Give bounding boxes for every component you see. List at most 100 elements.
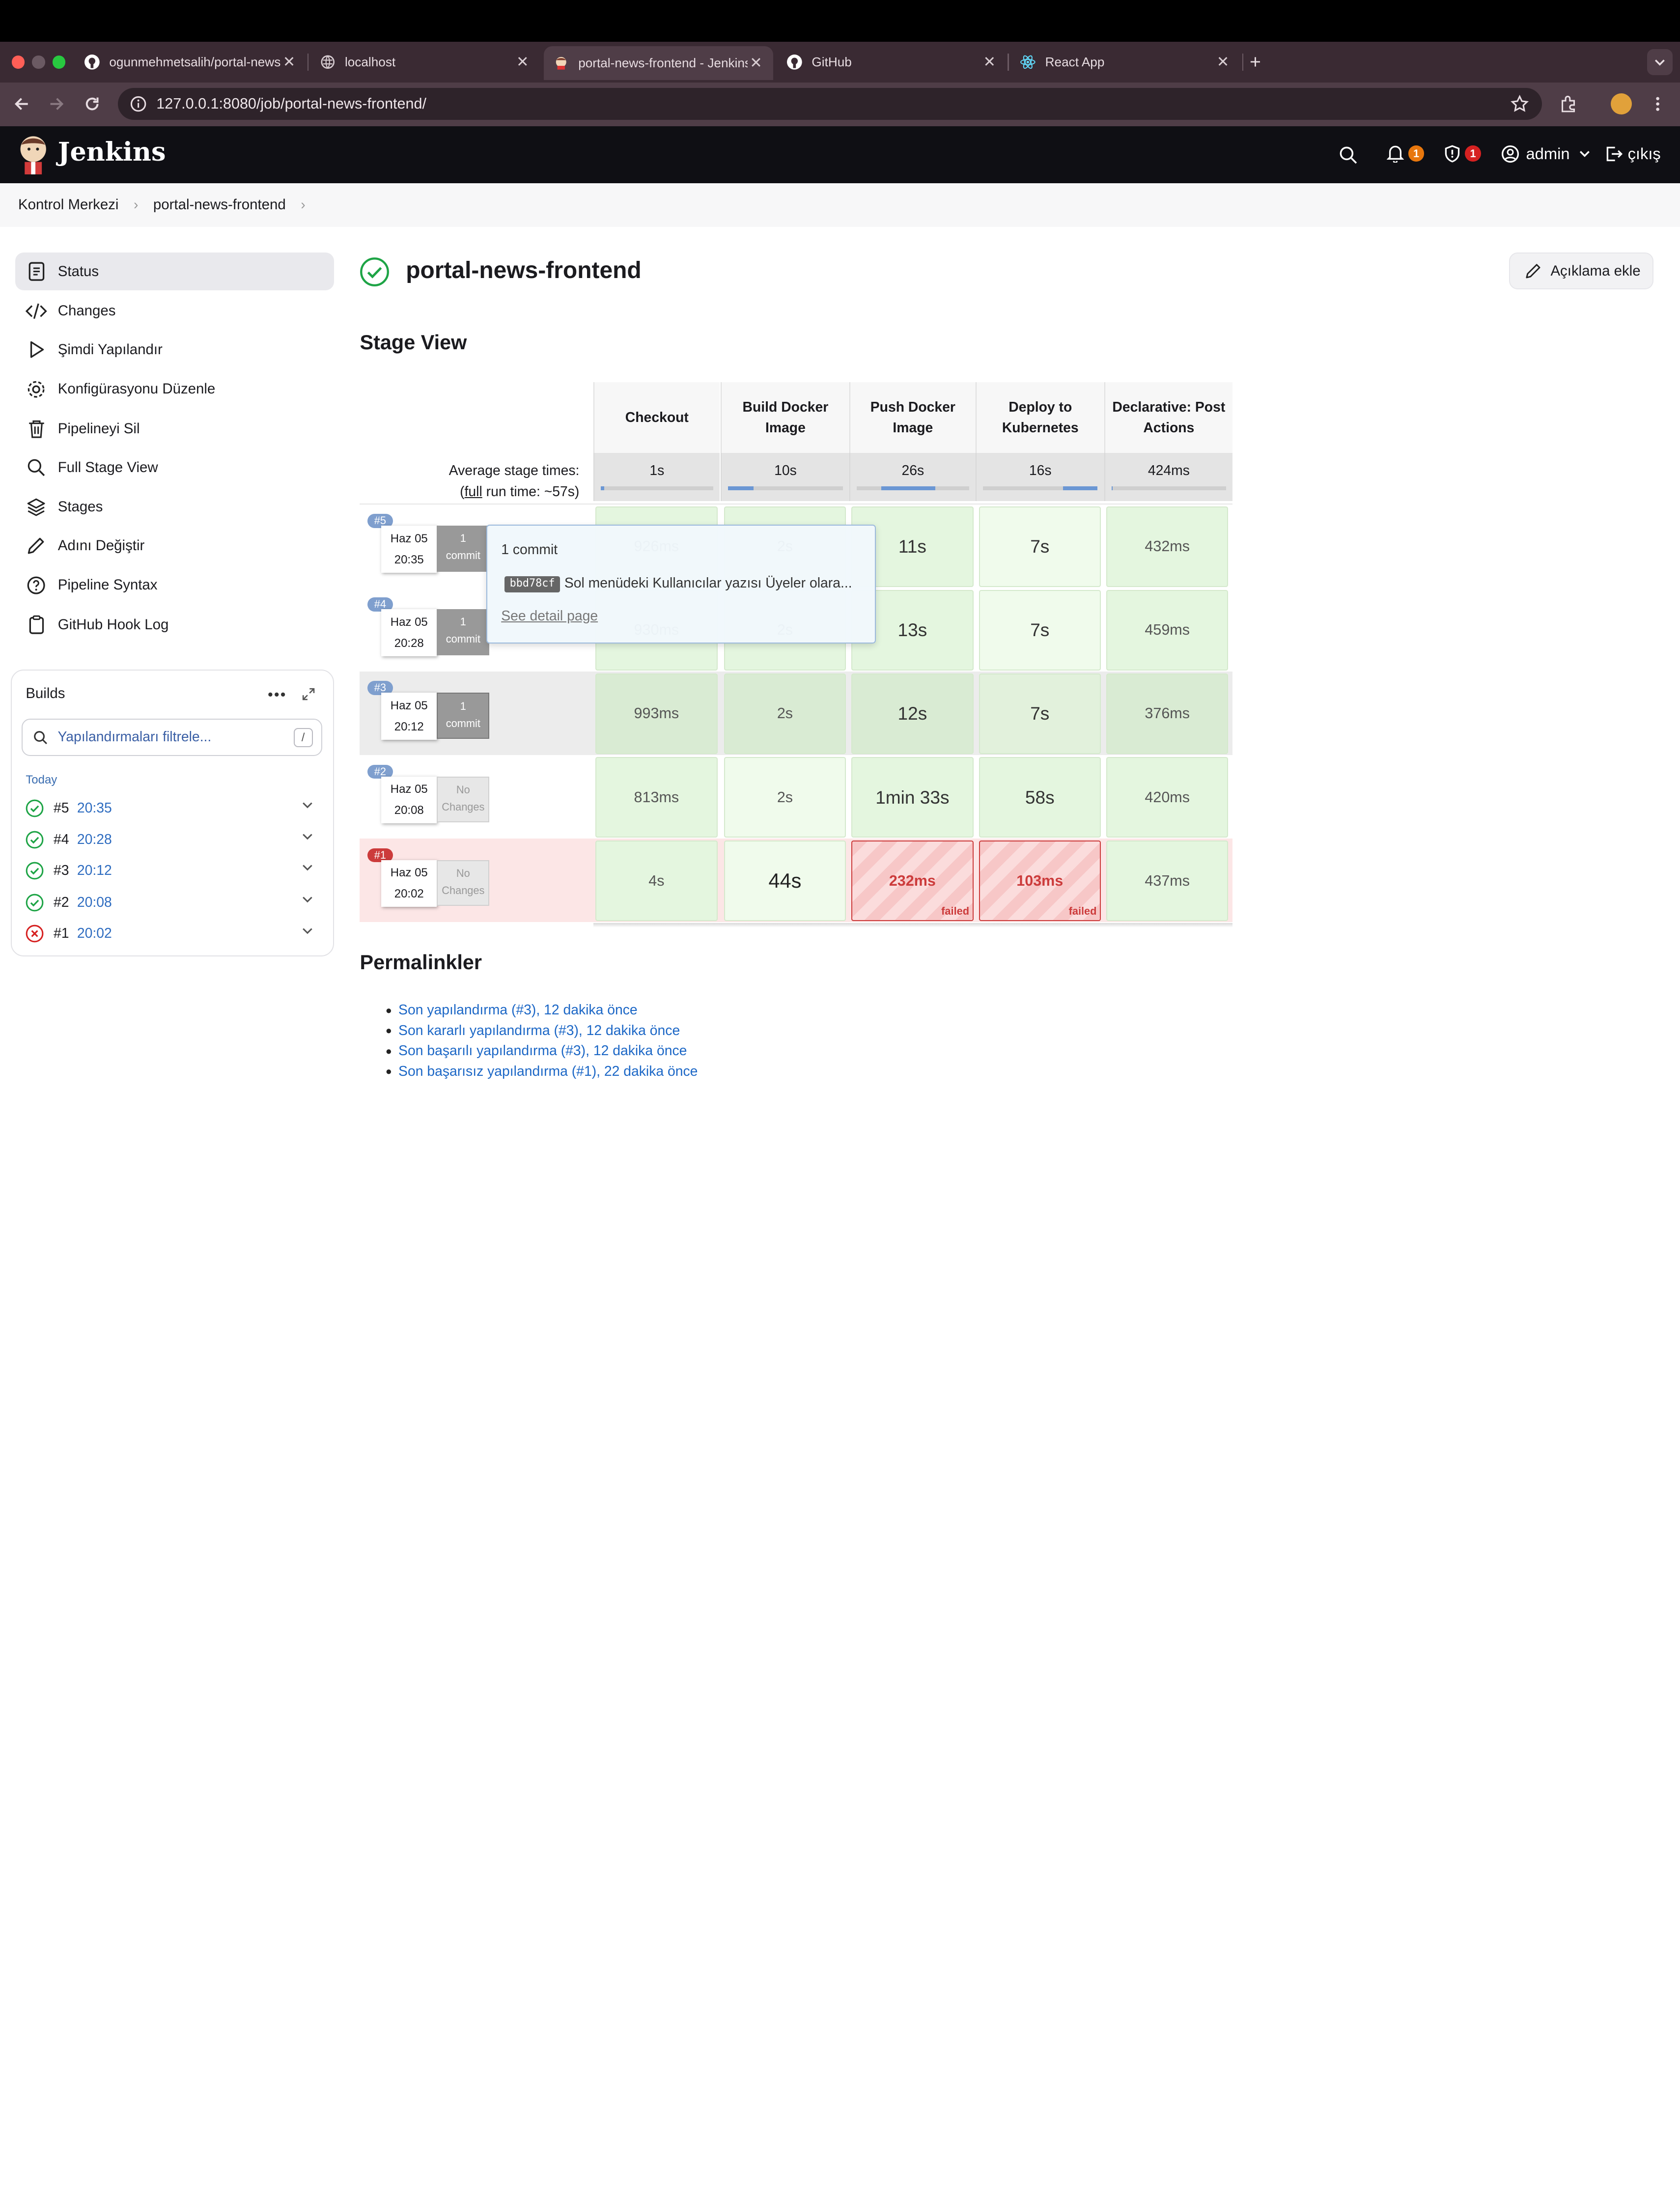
failed-label: failed bbox=[941, 905, 970, 918]
new-tab-button[interactable]: + bbox=[1250, 48, 1269, 76]
stage-cell[interactable]: 12s bbox=[851, 673, 974, 754]
stage-cell[interactable]: 4s bbox=[595, 840, 718, 921]
expand-icon[interactable] bbox=[302, 688, 315, 700]
permalink-item[interactable]: ● Son yapılandırma (#3), 12 dakika önce bbox=[386, 1002, 638, 1018]
stage-cell[interactable]: 7s bbox=[979, 506, 1101, 587]
tab-close-icon[interactable]: ✕ bbox=[514, 54, 531, 71]
window-close-button[interactable] bbox=[11, 56, 25, 69]
browser-menu-icon[interactable] bbox=[1648, 94, 1667, 113]
stage-cell[interactable]: 2s bbox=[724, 757, 846, 838]
build-time[interactable]: 20:12 bbox=[77, 863, 112, 879]
sidebar-item-changes[interactable]: Changes bbox=[15, 292, 335, 330]
run-date-card[interactable]: Haz 05 20:28 bbox=[381, 609, 437, 657]
run-date-card[interactable]: Haz 05 20:08 bbox=[381, 776, 437, 824]
window-minimize-button[interactable] bbox=[32, 56, 45, 69]
sidebar-item-status[interactable]: Status bbox=[15, 252, 335, 290]
stage-cell[interactable]: 376ms bbox=[1106, 673, 1229, 754]
tab-close-icon[interactable]: ✕ bbox=[1214, 54, 1232, 71]
stage-cell-failed[interactable]: 232ms failed bbox=[851, 840, 974, 921]
build-list-item[interactable]: #2 20:08 bbox=[26, 891, 317, 915]
stage-cell[interactable]: 813ms bbox=[595, 757, 718, 838]
run-changes-box[interactable]: 1 commit bbox=[437, 609, 490, 656]
run-date-card[interactable]: Haz 05 20:02 bbox=[381, 860, 437, 907]
sidebar-item-github-hook-log[interactable]: GitHub Hook Log bbox=[15, 606, 335, 644]
stage-cell-failed[interactable]: 103ms failed bbox=[979, 840, 1101, 921]
run-changes-box[interactable]: 1 commit bbox=[437, 693, 490, 739]
sidebar-item-configure[interactable]: Konfigürasyonu Düzenle bbox=[15, 370, 335, 408]
chevron-down-icon[interactable] bbox=[302, 925, 313, 936]
browser-tab[interactable]: React App ✕ bbox=[1019, 48, 1232, 76]
logout-button[interactable]: çıkış bbox=[1605, 144, 1661, 163]
address-bar[interactable]: 127.0.0.1:8080/job/portal-news-frontend/ bbox=[117, 87, 1542, 120]
tab-close-icon[interactable]: ✕ bbox=[280, 54, 298, 71]
see-detail-link[interactable]: See detail page bbox=[501, 608, 598, 624]
run-date-card[interactable]: Haz 05 20:12 bbox=[381, 693, 437, 740]
stage-cell[interactable]: 437ms bbox=[1106, 840, 1229, 921]
browser-tab[interactable]: ogunmehmetsalih/portal-news-frontend ✕ bbox=[84, 48, 298, 76]
chevron-right-icon[interactable]: › bbox=[301, 197, 305, 213]
forward-icon[interactable] bbox=[47, 94, 66, 113]
sidebar-item-delete-pipeline[interactable]: Pipelineyi Sil bbox=[15, 410, 335, 448]
full-run-link[interactable]: full bbox=[465, 484, 482, 500]
reload-icon[interactable] bbox=[83, 94, 102, 113]
sidebar-item-rename[interactable]: Adını Değiştir bbox=[15, 527, 335, 564]
builds-filter-input[interactable]: Yapılandırmaları filtrele... / bbox=[21, 718, 323, 756]
commit-sha-badge: bbd78cf bbox=[504, 576, 560, 592]
site-info-icon[interactable] bbox=[129, 94, 148, 113]
browser-tab-active[interactable]: portal-news-frontend - Jenkins ✕ bbox=[544, 46, 773, 81]
tab-close-icon[interactable]: ✕ bbox=[981, 54, 998, 71]
chevron-down-icon[interactable] bbox=[302, 831, 313, 842]
notifications-button[interactable]: 1 bbox=[1387, 144, 1425, 163]
stage-cell[interactable]: 44s bbox=[724, 840, 846, 921]
security-warnings-button[interactable]: 1 bbox=[1444, 144, 1481, 163]
sidebar-item-build-now[interactable]: Şimdi Yapılandır bbox=[15, 331, 335, 368]
add-description-button[interactable]: Açıklama ekle bbox=[1509, 252, 1653, 289]
build-time[interactable]: 20:02 bbox=[77, 925, 112, 942]
jenkins-brand[interactable]: Jenkins bbox=[58, 137, 166, 167]
back-icon[interactable] bbox=[12, 94, 31, 113]
run-changes-box[interactable]: 1 commit bbox=[437, 526, 490, 572]
run-changes-box[interactable]: No Changes bbox=[437, 860, 490, 906]
browser-tab[interactable]: GitHub ✕ bbox=[786, 48, 998, 76]
tab-search-button[interactable] bbox=[1647, 49, 1673, 75]
build-list-item[interactable]: #4 20:28 bbox=[26, 828, 317, 851]
permalink-item[interactable]: ● Son başarılı yapılandırma (#3), 12 daki… bbox=[386, 1043, 687, 1059]
build-time[interactable]: 20:08 bbox=[77, 895, 112, 911]
chevron-down-icon[interactable] bbox=[302, 800, 313, 811]
add-description-label: Açıklama ekle bbox=[1550, 262, 1641, 279]
sidebar-item-full-stage-view[interactable]: Full Stage View bbox=[15, 448, 335, 486]
run-date-card[interactable]: Haz 05 20:35 bbox=[381, 526, 437, 573]
run-changes-box[interactable]: No Changes bbox=[437, 776, 490, 823]
bookmark-star-icon[interactable] bbox=[1510, 94, 1529, 113]
permalink-item[interactable]: ● Son başarısız yapılandırma (#1), 22 dak… bbox=[386, 1064, 698, 1080]
sidebar-item-pipeline-syntax[interactable]: Pipeline Syntax bbox=[15, 566, 335, 604]
build-list-item[interactable]: #1 20:02 bbox=[26, 922, 317, 946]
chevron-down-icon[interactable] bbox=[302, 862, 313, 873]
stage-cell[interactable]: 420ms bbox=[1106, 757, 1229, 838]
stage-cell[interactable]: 7s bbox=[979, 590, 1101, 671]
stage-cell[interactable]: 7s bbox=[979, 673, 1101, 754]
build-time[interactable]: 20:28 bbox=[77, 832, 112, 848]
window-zoom-button[interactable] bbox=[52, 56, 65, 69]
stage-cell[interactable]: 1min 33s bbox=[851, 757, 974, 838]
stage-cell[interactable]: 432ms bbox=[1106, 506, 1229, 587]
tab-close-icon[interactable]: ✕ bbox=[748, 55, 765, 72]
build-list-item[interactable]: #3 20:12 bbox=[26, 859, 317, 882]
stage-cell[interactable]: 993ms bbox=[595, 673, 718, 754]
user-menu-button[interactable]: admin bbox=[1501, 144, 1590, 163]
sidebar-item-stages[interactable]: Stages bbox=[15, 488, 335, 526]
search-icon[interactable] bbox=[1339, 145, 1358, 165]
breadcrumb-item-job[interactable]: portal-news-frontend bbox=[153, 196, 286, 213]
chevron-down-icon[interactable] bbox=[302, 894, 313, 905]
build-list-item[interactable]: #5 20:35 bbox=[26, 797, 317, 820]
jenkins-logo[interactable] bbox=[17, 134, 49, 175]
breadcrumb-item-dashboard[interactable]: Kontrol Merkezi bbox=[18, 196, 118, 213]
more-options-icon[interactable]: ••• bbox=[268, 686, 287, 703]
extensions-icon[interactable] bbox=[1559, 94, 1578, 113]
permalink-item[interactable]: ● Son kararlı yapılandırma (#3), 12 dakik… bbox=[386, 1023, 680, 1039]
stage-cell[interactable]: 58s bbox=[979, 757, 1101, 838]
build-time[interactable]: 20:35 bbox=[77, 800, 112, 816]
browser-tab[interactable]: localhost ✕ bbox=[319, 48, 532, 76]
stage-cell[interactable]: 2s bbox=[724, 673, 846, 754]
stage-cell[interactable]: 459ms bbox=[1106, 590, 1229, 671]
